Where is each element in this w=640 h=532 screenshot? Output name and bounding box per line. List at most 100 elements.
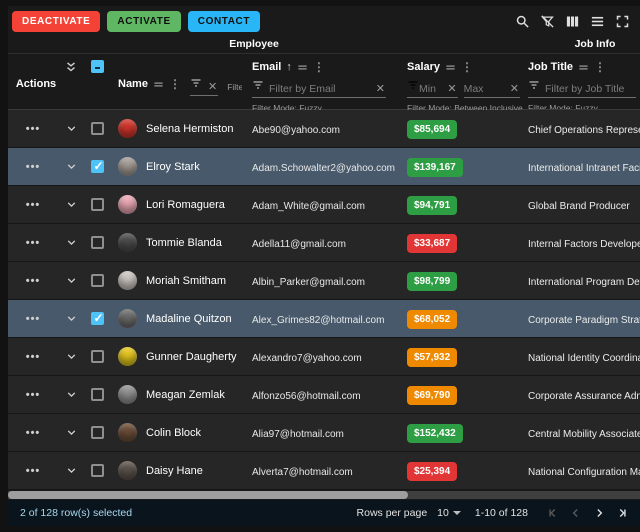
next-page-button[interactable] [589, 503, 609, 523]
table-row[interactable]: ••• Daisy Hane Alverta7@hotmail.com $25,… [8, 452, 640, 490]
table-row[interactable]: ••• Moriah Smitham Albin_Parker@gmail.co… [8, 262, 640, 300]
deactivate-button[interactable]: DEACTIVATE [12, 11, 100, 32]
expand-row-icon[interactable] [65, 350, 78, 363]
rows-per-page-select[interactable]: 10 [437, 507, 461, 519]
expand-row-icon[interactable] [65, 464, 78, 477]
show-hide-columns-icon[interactable] [561, 10, 584, 33]
row-checkbox[interactable] [91, 312, 104, 325]
table-row[interactable]: ••• Elroy Stark Adam.Schowalter2@yahoo.c… [8, 148, 640, 186]
column-header-row: Actions Name ⋮ ✕ [8, 54, 640, 110]
expand-row-icon[interactable] [65, 274, 78, 287]
fullscreen-icon[interactable] [611, 10, 634, 33]
row-actions-icon[interactable]: ••• [26, 123, 41, 135]
table-row[interactable]: ••• Gunner Daugherty Alexandro7@yahoo.co… [8, 338, 640, 376]
row-actions-icon[interactable]: ••• [26, 465, 41, 477]
row-actions-icon[interactable]: ••• [26, 161, 41, 173]
clear-filter-icon[interactable]: ✕ [509, 82, 520, 95]
row-actions-icon[interactable]: ••• [26, 389, 41, 401]
table-row[interactable]: ••• Madaline Quitzon Alex_Grimes82@hotma… [8, 300, 640, 338]
row-actions-icon[interactable]: ••• [26, 427, 41, 439]
employee-email: Albin_Parker@gmail.com [252, 277, 365, 288]
employee-name: Lori Romaguera [146, 199, 225, 211]
employee-name: Gunner Daugherty [146, 351, 237, 363]
filter-off-icon[interactable] [536, 10, 559, 33]
activate-button[interactable]: ACTIVATE [107, 11, 180, 32]
email-column-header[interactable]: Email [252, 61, 281, 73]
job-title-filter-input[interactable] [545, 83, 636, 95]
salary-column-header[interactable]: Salary [407, 61, 440, 73]
table-body: ••• Selena Hermiston Abe90@yahoo.com $85… [8, 110, 640, 490]
expand-all-button[interactable] [64, 60, 78, 109]
salary-min-input[interactable] [419, 83, 446, 95]
filter-list-icon [407, 77, 419, 95]
name-column-header[interactable]: Name [118, 78, 148, 90]
row-actions-icon[interactable]: ••• [26, 313, 41, 325]
row-checkbox[interactable] [91, 122, 104, 135]
clear-filter-icon[interactable]: ✕ [446, 82, 457, 95]
expand-row-icon[interactable] [65, 236, 78, 249]
avatar [118, 233, 137, 252]
expand-row-icon[interactable] [65, 388, 78, 401]
clear-filter-icon[interactable]: ✕ [375, 82, 386, 95]
drag-handle-icon[interactable] [445, 63, 456, 72]
column-menu-icon[interactable]: ⋮ [313, 62, 325, 72]
job-title: Global Brand Producer [528, 201, 630, 212]
select-all-checkbox[interactable] [91, 60, 104, 73]
row-checkbox[interactable] [91, 388, 104, 401]
sort-ascending-icon[interactable]: ↑ [286, 61, 292, 73]
table-row[interactable]: ••• Selena Hermiston Abe90@yahoo.com $85… [8, 110, 640, 148]
row-checkbox[interactable] [91, 274, 104, 287]
table-row[interactable]: ••• Colin Block Alia97@hotmail.com $152,… [8, 414, 640, 452]
drag-handle-icon[interactable] [297, 63, 308, 72]
job-title-filter-mode: Filter Mode: Fuzzy [528, 103, 640, 109]
employee-email: Adam_White@gmail.com [252, 201, 365, 212]
top-toolbar: DEACTIVATE ACTIVATE CONTACT [8, 6, 640, 36]
salary-badge: $152,432 [407, 424, 463, 443]
salary-badge: $33,687 [407, 234, 457, 253]
salary-badge: $25,394 [407, 462, 457, 481]
table-row[interactable]: ••• Meagan Zemlak Alfonzo56@hotmail.com … [8, 376, 640, 414]
employee-email: Alfonzo56@hotmail.com [252, 391, 361, 402]
row-actions-icon[interactable]: ••• [26, 275, 41, 287]
density-icon[interactable] [586, 10, 609, 33]
row-checkbox[interactable] [91, 160, 104, 173]
row-actions-icon[interactable]: ••• [26, 199, 41, 211]
contact-button[interactable]: CONTACT [188, 11, 260, 32]
column-group-header: Employee Job Info [8, 36, 640, 54]
table-row[interactable]: ••• Tommie Blanda Adella11@gmail.com $33… [8, 224, 640, 262]
job-title-column-header[interactable]: Job Title [528, 61, 573, 73]
column-menu-icon[interactable]: ⋮ [461, 62, 473, 72]
expand-row-icon[interactable] [65, 198, 78, 211]
bottom-toolbar: 2 of 128 row(s) selected Rows per page 1… [8, 500, 640, 526]
email-filter-input[interactable] [269, 83, 375, 95]
employee-email: Alex_Grimes82@hotmail.com [252, 315, 384, 326]
salary-badge: $68,052 [407, 310, 457, 329]
salary-max-input[interactable] [464, 83, 509, 95]
scrollbar-thumb[interactable] [8, 491, 408, 499]
drag-handle-icon[interactable] [153, 80, 164, 89]
expand-row-icon[interactable] [65, 122, 78, 135]
expand-row-icon[interactable] [65, 160, 78, 173]
column-menu-icon[interactable]: ⋮ [169, 79, 181, 89]
first-page-button[interactable] [543, 503, 563, 523]
search-icon[interactable] [511, 10, 534, 33]
last-page-button[interactable] [612, 503, 632, 523]
job-title: Internal Factors Developer [528, 239, 640, 250]
avatar [118, 195, 137, 214]
clear-filter-icon[interactable]: ✕ [207, 80, 218, 93]
row-checkbox[interactable] [91, 236, 104, 249]
row-checkbox[interactable] [91, 426, 104, 439]
drag-handle-icon[interactable] [578, 63, 589, 72]
column-menu-icon[interactable]: ⋮ [594, 62, 606, 72]
row-checkbox[interactable] [91, 464, 104, 477]
salary-badge: $85,694 [407, 120, 457, 139]
horizontal-scrollbar[interactable] [8, 490, 640, 500]
row-actions-icon[interactable]: ••• [26, 237, 41, 249]
table-row[interactable]: ••• Lori Romaguera Adam_White@gmail.com … [8, 186, 640, 224]
row-checkbox[interactable] [91, 350, 104, 363]
row-checkbox[interactable] [91, 198, 104, 211]
previous-page-button[interactable] [566, 503, 586, 523]
expand-row-icon[interactable] [65, 312, 78, 325]
expand-row-icon[interactable] [65, 426, 78, 439]
row-actions-icon[interactable]: ••• [26, 351, 41, 363]
